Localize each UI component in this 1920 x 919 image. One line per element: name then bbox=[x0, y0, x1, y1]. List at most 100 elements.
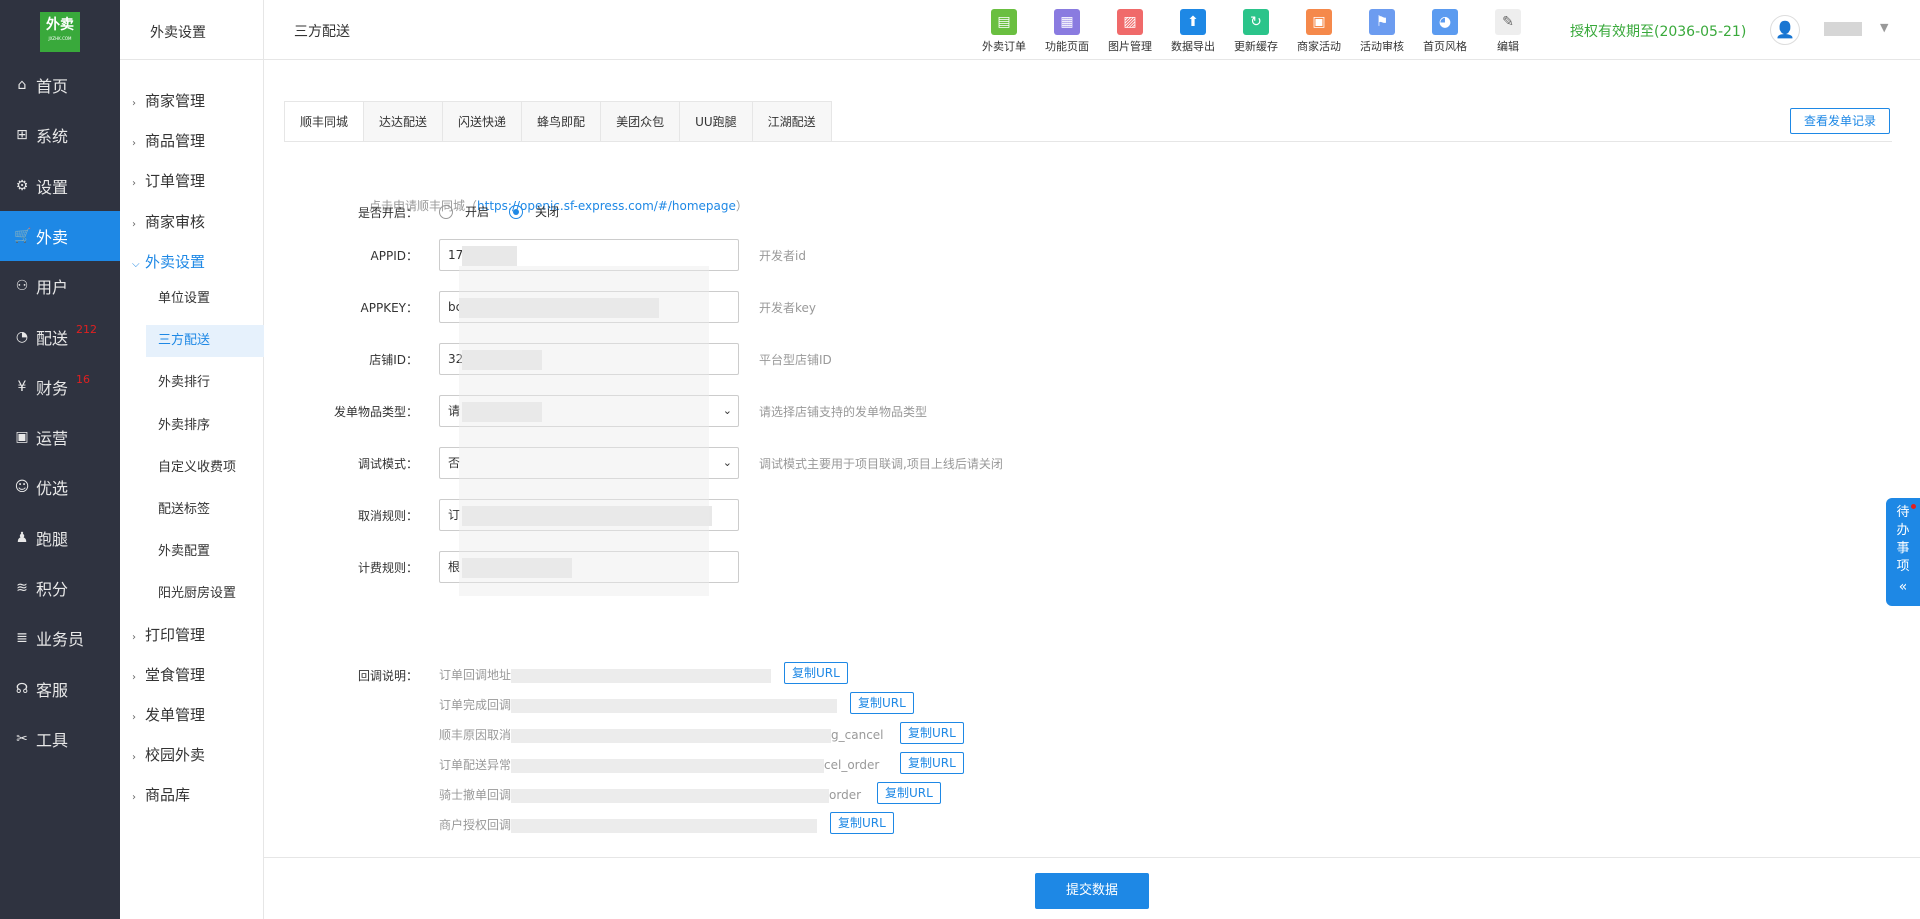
subnav-group[interactable]: ⌵ 外卖设置 bbox=[132, 251, 205, 272]
copy-url-button[interactable]: 复制URL bbox=[900, 722, 964, 744]
subnav-group[interactable]: › 商品管理 bbox=[132, 130, 205, 151]
tab-2[interactable]: 闪送快递 bbox=[443, 101, 523, 142]
toolbar-apps-button[interactable]: ▦ 功能页面 bbox=[1037, 9, 1097, 54]
subnav-item[interactable]: 配送标签 bbox=[146, 494, 264, 526]
subnav-group[interactable]: › 堂食管理 bbox=[132, 664, 205, 685]
tab-5[interactable]: UU跑腿 bbox=[680, 101, 753, 142]
edit-icon: ✎ bbox=[1495, 9, 1521, 35]
tab-6[interactable]: 江湖配送 bbox=[752, 101, 832, 142]
subnav-item[interactable]: 外卖配置 bbox=[146, 536, 264, 568]
subnav-item[interactable]: 外卖排序 bbox=[146, 410, 264, 442]
sidebar-item-label: 财务 bbox=[36, 378, 69, 398]
redaction-overlay bbox=[459, 266, 709, 596]
tab-4[interactable]: 美团众包 bbox=[601, 101, 681, 142]
apps-icon: ▦ bbox=[1054, 9, 1080, 35]
chevron-right-icon: › bbox=[132, 631, 136, 643]
chevron-down-icon[interactable]: ▼ bbox=[1880, 21, 1888, 34]
app-logo[interactable]: 外卖 JXZHK.COM bbox=[40, 12, 80, 52]
order-icon: ▤ bbox=[991, 9, 1017, 35]
sidebar-item-label: 外卖 bbox=[36, 227, 69, 247]
toolbar-refresh-button[interactable]: ↻ 更新缓存 bbox=[1226, 9, 1286, 54]
toolbar-order-button[interactable]: ▤ 外卖订单 bbox=[974, 9, 1034, 54]
submit-button[interactable]: 提交数据 bbox=[1035, 873, 1149, 909]
toolbar-label: 商家活动 bbox=[1297, 40, 1341, 53]
sidebar-item-1[interactable]: ⊞ 系统 bbox=[0, 110, 120, 160]
subnav-group-label: 堂食管理 bbox=[145, 665, 206, 684]
subnav-group[interactable]: › 校园外卖 bbox=[132, 744, 205, 765]
subnav-item[interactable]: 外卖排行 bbox=[146, 367, 264, 399]
subnav-item[interactable]: 阳光厨房设置 bbox=[146, 578, 264, 610]
toolbar-label: 数据导出 bbox=[1171, 40, 1215, 53]
sidebar-item-3[interactable]: 🛒 外卖 bbox=[0, 210, 120, 261]
subnav-item[interactable]: 自定义收费项 bbox=[146, 452, 264, 484]
license-expiry: 授权有效期至(2036-05-21) bbox=[1570, 24, 1747, 40]
toolbar-flag-button[interactable]: ⚑ 活动审核 bbox=[1352, 9, 1412, 54]
divider bbox=[284, 141, 1892, 142]
subnav-group[interactable]: › 订单管理 bbox=[132, 170, 205, 191]
toolbar-gift-button[interactable]: ▣ 商家活动 bbox=[1289, 9, 1349, 54]
toolbar-palette-button[interactable]: ◕ 首页风格 bbox=[1415, 9, 1475, 54]
copy-url-button[interactable]: 复制URL bbox=[850, 692, 914, 714]
sidebar-item-6[interactable]: ¥ 财务 16 bbox=[0, 362, 120, 412]
toolbar-image-button[interactable]: ▨ 图片管理 bbox=[1100, 9, 1160, 54]
sidebar-item-label: 客服 bbox=[36, 680, 69, 700]
sidebar-item-13[interactable]: ✂ 工具 bbox=[0, 714, 120, 764]
chevron-right-icon: › bbox=[132, 98, 136, 109]
sidebar-item-12[interactable]: ☊ 客服 bbox=[0, 664, 120, 714]
subnav-group-label: 发单管理 bbox=[145, 706, 206, 724]
gift-icon: ▣ bbox=[15, 429, 29, 446]
subnav-group[interactable]: › 商品库 bbox=[132, 784, 190, 805]
tab-3[interactable]: 蜂鸟即配 bbox=[522, 101, 602, 142]
sub-navigation: 外卖设置 › 商家管理 › 商品管理 › 订单管理 › 商家审核 ⌵ 外卖设置 单位设置 三方配送 外卖… bbox=[120, 0, 264, 919]
username-blurred[interactable] bbox=[1824, 22, 1862, 36]
sidebar-item-9[interactable]: ♟ 跑腿 bbox=[0, 513, 120, 563]
subnav-group-label: 订单管理 bbox=[145, 172, 206, 191]
callback-url-text: 骑士撤单回调 order bbox=[439, 786, 861, 803]
appid-label: APPID： bbox=[370, 249, 418, 263]
appkey-hint: 开发者key bbox=[759, 301, 817, 315]
subnav-item[interactable]: 单位设置 bbox=[146, 283, 264, 315]
sidebar-item-11[interactable]: ≣ 业务员 bbox=[0, 613, 120, 663]
sidebar-item-10[interactable]: ≋ 积分 bbox=[0, 563, 120, 613]
avatar[interactable]: 👤 bbox=[1770, 15, 1800, 45]
toolbar-edit-button[interactable]: ✎ 编辑 bbox=[1478, 9, 1538, 54]
radio-enabled-on[interactable]: 开启 bbox=[439, 203, 489, 220]
subnav-group[interactable]: › 商家审核 bbox=[132, 211, 205, 232]
callback-suffix: g_cancel bbox=[831, 728, 884, 742]
subnav-item[interactable]: 三方配送 bbox=[146, 325, 264, 358]
subnav-group[interactable]: › 商家管理 bbox=[132, 90, 205, 111]
sidebar-item-0[interactable]: ⌂ 首页 bbox=[0, 60, 120, 110]
toolbar-upload-button[interactable]: ⬆ 数据导出 bbox=[1163, 9, 1223, 54]
headset-icon: ☊ bbox=[15, 680, 29, 697]
main-sidebar: 外卖 JXZHK.COM ⌂ 首页 ⊞ 系统 ⚙ 设置 🛒 外卖 ⚇ 用户 ◔ 配送 212 ¥ 财务 16 ▣ 运… bbox=[0, 0, 120, 919]
toolbar-label: 活动审核 bbox=[1360, 40, 1404, 53]
sidebar-item-2[interactable]: ⚙ 设置 bbox=[0, 161, 120, 211]
top-bar: 三方配送 ▤ 外卖订单 ▦ 功能页面 ▨ 图片管理 ⬆ 数据导出 ↻ 更新缓存 ▣ 商家活动 ⚑ 活动审核… bbox=[264, 0, 1920, 60]
radio-enabled-off[interactable]: 关闭 bbox=[509, 203, 559, 220]
view-records-button[interactable]: 查看发单记录 bbox=[1790, 108, 1890, 134]
copy-url-button[interactable]: 复制URL bbox=[900, 752, 964, 774]
notification-dot bbox=[1911, 504, 1916, 509]
count-badge: 16 bbox=[76, 373, 91, 387]
tab-0[interactable]: 顺丰同城 bbox=[284, 101, 365, 142]
cancel-rule-label: 取消规则： bbox=[357, 509, 418, 523]
sidebar-item-5[interactable]: ◔ 配送 212 bbox=[0, 312, 120, 362]
todo-float-button[interactable]: 待办事项 « bbox=[1886, 498, 1920, 606]
redacted-url bbox=[511, 818, 818, 833]
copy-url-button[interactable]: 复制URL bbox=[830, 812, 894, 834]
debug-hint: 调试模式主要用于项目联调,项目上线后请关闭 bbox=[759, 457, 1003, 471]
subnav-group-label: 打印管理 bbox=[145, 625, 206, 644]
copy-url-button[interactable]: 复制URL bbox=[784, 662, 848, 684]
sidebar-item-8[interactable]: ☺ 优选 bbox=[0, 462, 120, 512]
sidebar-item-label: 运营 bbox=[36, 429, 69, 449]
chevron-right-icon: › bbox=[132, 178, 136, 190]
copy-url-button[interactable]: 复制URL bbox=[877, 782, 941, 804]
sidebar-item-7[interactable]: ▣ 运营 bbox=[0, 412, 120, 462]
chevron-right-icon: › bbox=[132, 671, 136, 683]
sidebar-item-label: 业务员 bbox=[36, 630, 85, 650]
subnav-group[interactable]: › 打印管理 bbox=[132, 624, 205, 645]
tab-1[interactable]: 达达配送 bbox=[364, 101, 444, 142]
radio-circle-selected bbox=[509, 204, 523, 219]
subnav-group[interactable]: › 发单管理 bbox=[132, 704, 205, 725]
sidebar-item-4[interactable]: ⚇ 用户 bbox=[0, 261, 120, 311]
